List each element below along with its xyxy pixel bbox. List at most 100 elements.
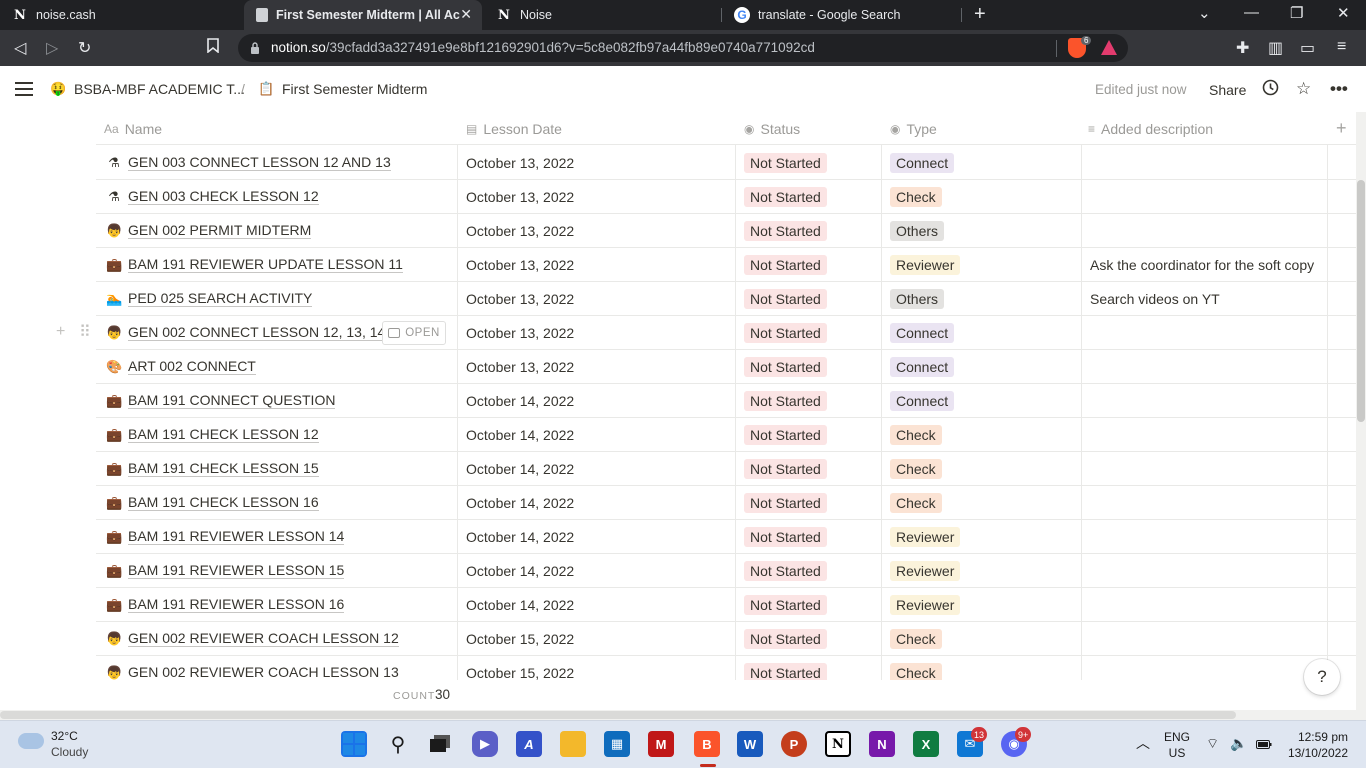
type-cell[interactable]: Connect — [890, 316, 955, 349]
battery-icon[interactable] — [1256, 737, 1272, 753]
table-row[interactable]: 💼 BAM 191 CONNECT QUESTION October 14, 202… — [96, 384, 1356, 418]
type-cell[interactable]: Check — [890, 622, 942, 655]
lesson-date-cell[interactable]: October 14, 2022 — [466, 554, 574, 587]
weather-temperature[interactable]: 32°C — [51, 729, 78, 743]
page-title-link[interactable]: GEN 002 REVIEWER COACH LESSON 13 — [128, 664, 399, 680]
notion-icon[interactable]: N — [825, 731, 851, 757]
lesson-date-cell[interactable]: October 13, 2022 — [466, 282, 574, 315]
table-row[interactable]: 💼 BAM 191 CHECK LESSON 15 October 14, 2022… — [96, 452, 1356, 486]
task-view-icon[interactable] — [428, 731, 454, 757]
teams-chat-icon[interactable]: ▶ — [472, 731, 498, 757]
brave-icon[interactable]: B — [694, 731, 720, 757]
status-cell[interactable]: Not Started — [744, 180, 827, 213]
name-cell[interactable]: 👦 GEN 002 REVIEWER COACH LESSON 13 — [106, 656, 458, 680]
type-cell[interactable]: Others — [890, 282, 945, 315]
table-row[interactable]: 💼 BAM 191 REVIEWER LESSON 15 October 14, 2… — [96, 554, 1356, 588]
help-button[interactable]: ? — [1304, 659, 1340, 695]
onenote-icon[interactable]: N — [869, 731, 895, 757]
page-title-link[interactable]: PED 025 SEARCH ACTIVITY — [128, 290, 313, 307]
page-title-link[interactable]: BAM 191 CHECK LESSON 12 — [128, 426, 319, 443]
lesson-date-cell[interactable]: October 15, 2022 — [466, 656, 574, 681]
name-cell[interactable]: 💼 BAM 191 CHECK LESSON 15 — [106, 452, 458, 485]
table-row[interactable]: 🎨 ART 002 CONNECT October 13, 2022 Not Star… — [96, 350, 1356, 384]
table-row[interactable]: 👦 GEN 002 CONNECT LESSON 12, 13, 14 OPEN Oc… — [96, 316, 1356, 350]
type-cell[interactable]: Check — [890, 418, 942, 451]
status-cell[interactable]: Not Started — [744, 554, 827, 587]
table-row[interactable]: 👦 GEN 002 REVIEWER COACH LESSON 13 October… — [96, 656, 1356, 680]
lesson-date-cell[interactable]: October 13, 2022 — [466, 214, 574, 247]
page-title-link[interactable]: BAM 191 REVIEWER LESSON 14 — [128, 528, 345, 545]
lesson-date-cell[interactable]: October 14, 2022 — [466, 418, 574, 451]
start-icon[interactable] — [341, 731, 367, 757]
page-title-link[interactable]: GEN 003 CONNECT LESSON 12 AND 13 — [128, 154, 391, 171]
name-cell[interactable]: 💼 BAM 191 REVIEWER LESSON 16 — [106, 588, 458, 621]
description-cell[interactable]: Search videos on YT — [1090, 282, 1220, 315]
lesson-date-cell[interactable]: October 15, 2022 — [466, 622, 574, 655]
table-row[interactable]: 🏊 PED 025 SEARCH ACTIVITY October 13, 2022… — [96, 282, 1356, 316]
page-title-link[interactable]: BAM 191 CONNECT QUESTION — [128, 392, 336, 409]
language-indicator[interactable]: ENG US — [1164, 729, 1190, 761]
chevron-up-icon[interactable]: ︿ — [1136, 735, 1150, 751]
table-row[interactable]: 💼 BAM 191 REVIEWER LESSON 16 October 14, 2… — [96, 588, 1356, 622]
type-cell[interactable]: Check — [890, 656, 942, 680]
page-title-link[interactable]: GEN 003 CHECK LESSON 12 — [128, 188, 319, 205]
name-cell[interactable]: 💼 BAM 191 CONNECT QUESTION — [106, 384, 458, 417]
search-icon[interactable]: ⚲ — [385, 731, 411, 757]
system-clock[interactable]: 12:59 pm 13/10/2022 — [1284, 729, 1348, 761]
powerpoint-icon[interactable]: P — [781, 731, 807, 757]
lesson-date-cell[interactable]: October 14, 2022 — [466, 486, 574, 519]
type-cell[interactable]: Reviewer — [890, 520, 961, 553]
name-cell[interactable]: 👦 GEN 002 REVIEWER COACH LESSON 12 — [106, 622, 458, 655]
name-cell[interactable]: 💼 BAM 191 REVIEWER UPDATE LESSON 11 — [106, 248, 458, 281]
table-row[interactable]: ⚗ GEN 003 CHECK LESSON 12 October 13, 2022… — [96, 180, 1356, 214]
name-cell[interactable]: 🏊 PED 025 SEARCH ACTIVITY — [106, 282, 458, 315]
lesson-date-cell[interactable]: October 13, 2022 — [466, 248, 574, 281]
page-title-link[interactable]: GEN 002 REVIEWER COACH LESSON 12 — [128, 630, 399, 647]
volume-icon[interactable]: 🔈 — [1230, 735, 1247, 751]
status-cell[interactable]: Not Started — [744, 452, 827, 485]
word-icon[interactable]: W — [737, 731, 763, 757]
add-row-icon[interactable]: + — [56, 315, 65, 348]
name-cell[interactable]: 💼 BAM 191 REVIEWER LESSON 15 — [106, 554, 458, 587]
file-explorer-icon[interactable] — [560, 731, 586, 757]
store-icon[interactable]: ▦ — [604, 731, 630, 757]
page-title-link[interactable]: GEN 002 PERMIT MIDTERM — [128, 222, 312, 239]
status-cell[interactable]: Not Started — [744, 282, 827, 315]
status-cell[interactable]: Not Started — [744, 384, 827, 417]
wifi-icon[interactable]: ⌔ — [1206, 735, 1219, 751]
status-cell[interactable]: Not Started — [744, 418, 827, 451]
table-row[interactable]: 💼 BAM 191 REVIEWER UPDATE LESSON 11 Octobe… — [96, 248, 1356, 282]
status-cell[interactable]: Not Started — [744, 214, 827, 247]
table-row[interactable]: 💼 BAM 191 REVIEWER LESSON 14 October 14, 2… — [96, 520, 1356, 554]
status-cell[interactable]: Not Started — [744, 248, 827, 281]
table-row[interactable]: 👦 GEN 002 REVIEWER COACH LESSON 12 October… — [96, 622, 1356, 656]
page-title-link[interactable]: BAM 191 CHECK LESSON 16 — [128, 494, 319, 511]
status-cell[interactable]: Not Started — [744, 588, 827, 621]
cloud-icon[interactable] — [18, 733, 44, 749]
name-cell[interactable]: 💼 BAM 191 CHECK LESSON 16 — [106, 486, 458, 519]
horizontal-scrollbar-thumb[interactable] — [0, 711, 1236, 719]
drag-handle-icon[interactable]: ⠿ — [79, 315, 91, 348]
table-row[interactable]: 👦 GEN 002 PERMIT MIDTERM October 13, 2022 N… — [96, 214, 1356, 248]
name-cell[interactable]: ⚗ GEN 003 CONNECT LESSON 12 AND 13 — [106, 146, 458, 179]
type-cell[interactable]: Reviewer — [890, 588, 961, 621]
page-title-link[interactable]: GEN 002 CONNECT LESSON 12, 13, 14 — [128, 324, 386, 341]
lesson-date-cell[interactable]: October 13, 2022 — [466, 316, 574, 349]
mcafee-icon[interactable]: M — [648, 731, 674, 757]
page-title-link[interactable]: BAM 191 CHECK LESSON 15 — [128, 460, 319, 477]
status-cell[interactable]: Not Started — [744, 350, 827, 383]
name-cell[interactable]: ⚗ GEN 003 CHECK LESSON 12 — [106, 180, 458, 213]
type-cell[interactable]: Others — [890, 214, 945, 247]
type-cell[interactable]: Reviewer — [890, 248, 961, 281]
status-cell[interactable]: Not Started — [744, 146, 827, 179]
type-cell[interactable]: Check — [890, 486, 942, 519]
table-row[interactable]: ⚗ GEN 003 CONNECT LESSON 12 AND 13 October… — [96, 146, 1356, 180]
type-cell[interactable]: Check — [890, 180, 942, 213]
description-cell[interactable]: Ask the coordinator for the soft copy — [1090, 248, 1314, 281]
type-cell[interactable]: Connect — [890, 384, 955, 417]
page-title-link[interactable]: BAM 191 REVIEWER UPDATE LESSON 11 — [128, 256, 403, 273]
name-cell[interactable]: 👦 GEN 002 PERMIT MIDTERM — [106, 214, 458, 247]
status-cell[interactable]: Not Started — [744, 486, 827, 519]
lesson-date-cell[interactable]: October 14, 2022 — [466, 588, 574, 621]
name-cell[interactable]: 💼 BAM 191 CHECK LESSON 12 — [106, 418, 458, 451]
